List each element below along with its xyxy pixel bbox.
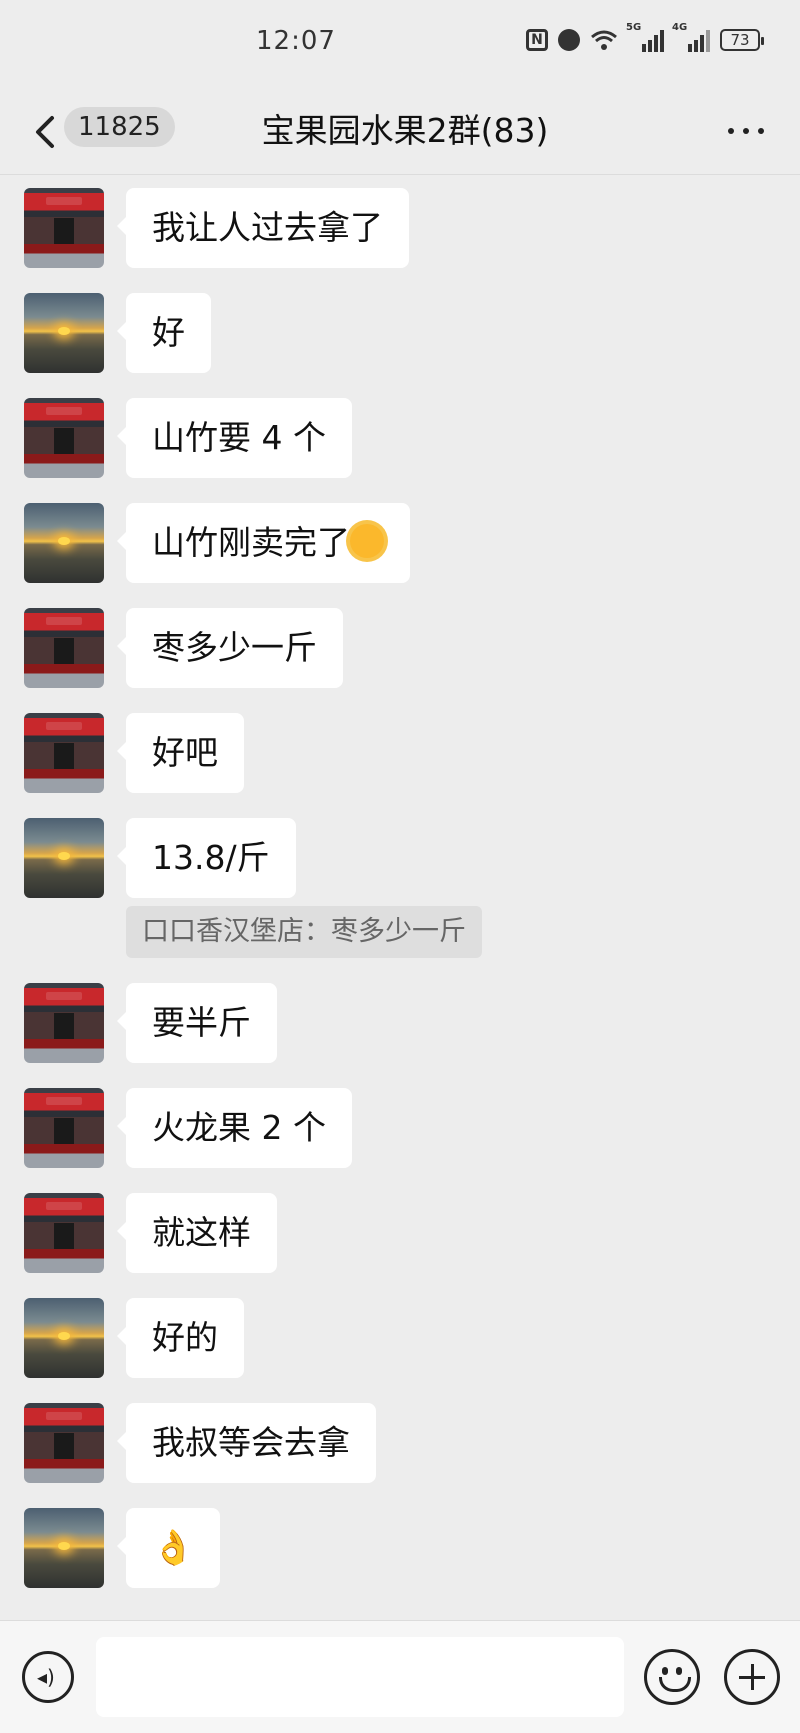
avatar-shop[interactable] [24,1088,104,1168]
message-bubble[interactable]: 我让人过去拿了 [117,188,409,268]
message-bubble[interactable]: 就这样 [117,1193,277,1273]
message-bubble[interactable]: 山竹要 4 个 [117,398,352,478]
quoted-message[interactable]: 口口香汉堡店：枣多少一斤 [126,906,482,958]
message-row: 13.8/斤 [24,818,296,898]
message-row: 枣多少一斤 [24,608,343,688]
message-row: 好吧 [24,713,244,793]
message-row: 好 [24,293,211,373]
chat-header: 11825 宝果园水果2群(83) [0,90,800,175]
message-text: 山竹刚卖完了 [152,523,350,562]
message-row: 我叔等会去拿 [24,1403,376,1483]
message-row: 👌 [24,1508,221,1588]
message-bubble[interactable]: 山竹刚卖完了 [117,503,410,583]
status-time: 12:07 [256,26,336,56]
signal-5g-label: 5G [626,22,642,33]
alarm-icon [558,29,580,51]
message-row: 山竹要 4 个 [24,398,352,478]
sun-emoji-icon [350,524,384,558]
more-functions-button[interactable] [724,1649,780,1705]
battery-icon: 73 [720,29,764,51]
message-bubble[interactable]: 好吧 [117,713,244,793]
message-input[interactable] [96,1637,624,1717]
signal-4g-icon: 4G [672,22,710,52]
message-bubble[interactable]: 火龙果 2 个 [117,1088,352,1168]
avatar-sunset[interactable] [24,818,104,898]
message-bubble[interactable]: 13.8/斤 [117,818,296,898]
more-options-icon[interactable] [728,128,764,134]
message-bubble[interactable]: 枣多少一斤 [117,608,343,688]
message-row: 山竹刚卖完了 [24,503,410,583]
message-bubble[interactable]: 要半斤 [117,983,277,1063]
message-row: 要半斤 [24,983,277,1063]
avatar-shop[interactable] [24,398,104,478]
avatar-sunset[interactable] [24,293,104,373]
wifi-icon [591,30,617,50]
message-bubble[interactable]: 我叔等会去拿 [117,1403,376,1483]
avatar-shop[interactable] [24,188,104,268]
signal-4g-label: 4G [672,22,688,33]
status-bar: 12:07 N 5G 4G 73 [0,0,800,90]
message-row: 我让人过去拿了 [24,188,409,268]
input-bar: ◂) [0,1620,800,1733]
message-bubble[interactable]: 好 [117,293,211,373]
emoji-button[interactable] [644,1649,700,1705]
message-row: 好的 [24,1298,244,1378]
signal-5g-icon: 5G [626,22,664,52]
chat-title: 宝果园水果2群(83) [261,111,549,150]
voice-icon: ◂) [37,1665,55,1689]
avatar-shop[interactable] [24,1403,104,1483]
avatar-shop[interactable] [24,713,104,793]
avatar-shop[interactable] [24,1193,104,1273]
message-bubble[interactable]: 👌 [116,1508,221,1588]
voice-input-button[interactable]: ◂) [22,1651,74,1703]
message-row: 火龙果 2 个 [24,1088,352,1168]
avatar-sunset[interactable] [24,1298,104,1378]
nfc-icon: N [526,29,548,51]
avatar-sunset[interactable] [24,1508,104,1588]
message-row: 就这样 [24,1193,277,1273]
avatar-shop[interactable] [24,608,104,688]
status-icons: N 5G 4G 73 [526,22,764,52]
message-bubble[interactable]: 好的 [117,1298,244,1378]
avatar-shop[interactable] [24,983,104,1063]
battery-level: 73 [730,31,750,49]
avatar-sunset[interactable] [24,503,104,583]
